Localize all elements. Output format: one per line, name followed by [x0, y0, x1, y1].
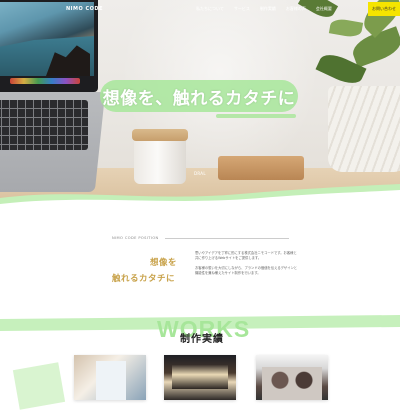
work-card[interactable]	[256, 355, 328, 400]
work-thumbnail	[262, 367, 322, 400]
laptop-screen	[0, 0, 98, 92]
work-card[interactable]	[74, 355, 146, 400]
work-card[interactable]	[164, 355, 236, 400]
nav-item-service[interactable]: サービス	[234, 6, 250, 12]
laptop-wallpaper	[0, 2, 94, 76]
plant-pot	[328, 86, 400, 172]
nav-item-company[interactable]: 会社概要	[316, 6, 332, 12]
plant-leaf	[328, 17, 364, 39]
laptop-dock	[10, 78, 80, 84]
nav-item-about[interactable]: 私たちについて	[196, 6, 224, 12]
main-nav: 私たちについて サービス 制作実績 お客様の声 会社概要	[196, 6, 332, 12]
headline-underline	[216, 114, 296, 118]
work-thumbnail	[96, 361, 126, 400]
decorative-square	[12, 362, 66, 410]
works-title: 制作実績	[180, 334, 224, 345]
hero-headline: 想像を、触れるカタチに	[102, 88, 296, 109]
about-paragraph: 思いやアイデアを丁寧に形にする株式会社ニモコードです。お客様と共に作り上げるWe…	[195, 251, 297, 261]
wood-block	[218, 156, 304, 180]
about-paragraph: お客様の想いを大切にしながら、ブランドの価値を伝えるデザインと機能性を兼ね備えた…	[195, 266, 298, 276]
about-eyebrow: NIMO CODE POSITION	[112, 236, 159, 240]
ceramic-jar	[134, 134, 186, 184]
hero-section: DRAL 想像を、触れるカタチに	[0, 0, 400, 200]
nav-item-voice[interactable]: お客様の声	[286, 6, 306, 12]
jar-lid	[132, 129, 188, 141]
about-heading-line1: 想像を	[150, 258, 178, 268]
about-heading-line2: 触れるカタチに	[112, 274, 176, 284]
eyebrow-divider	[165, 238, 289, 239]
product-label: DRAL	[194, 171, 206, 176]
work-thumbnail	[172, 365, 228, 389]
nav-item-works[interactable]: 制作実績	[260, 6, 276, 12]
laptop-keyboard	[0, 100, 88, 150]
green-wave-divider	[0, 184, 400, 210]
contact-button[interactable]: お問い合わせ	[368, 2, 400, 16]
site-logo[interactable]: NIMO CODE	[66, 6, 103, 12]
